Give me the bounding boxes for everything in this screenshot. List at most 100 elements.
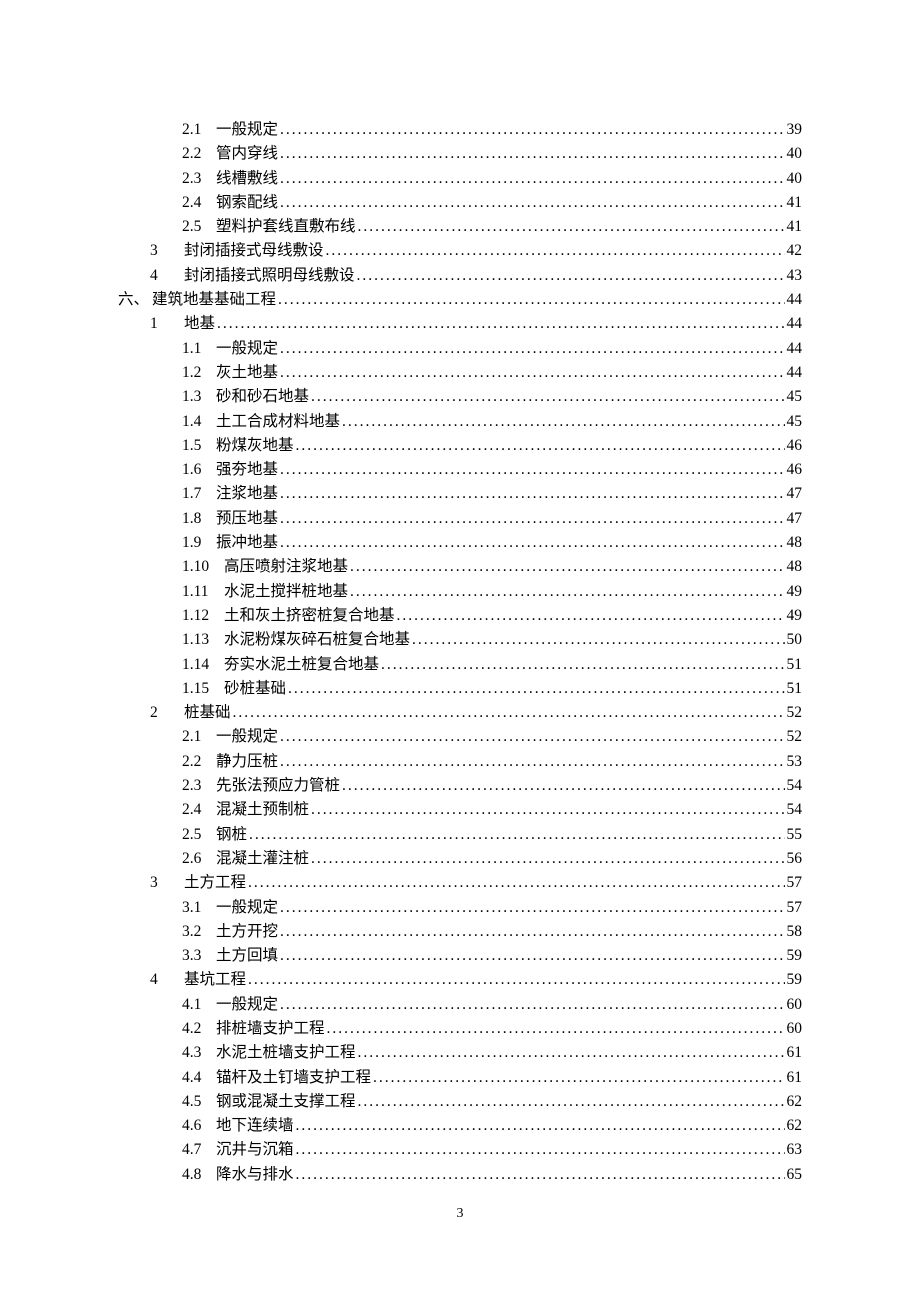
toc-leader-dots: [296, 1138, 785, 1162]
toc-entry-page: 43: [787, 264, 803, 288]
toc-entry-number: 1.4: [182, 410, 216, 434]
toc-entry-number: 3: [150, 239, 184, 263]
toc-leader-dots: [217, 312, 784, 336]
toc-entry-number: 4.7: [182, 1138, 216, 1162]
toc-entry-title: 灰土地基: [216, 361, 278, 385]
toc-entry: 2.1一般规定39: [118, 118, 802, 142]
toc-entry-number: 1.14: [182, 653, 224, 677]
toc-entry-title: 一般规定: [216, 896, 278, 920]
toc-entry: 4.3水泥土桩墙支护工程61: [118, 1041, 802, 1065]
toc-entry-page: 53: [787, 750, 803, 774]
toc-entry-page: 57: [787, 871, 803, 895]
toc-entry-page: 41: [787, 215, 803, 239]
toc-entry-page: 59: [787, 968, 803, 992]
toc-entry-page: 63: [787, 1138, 803, 1162]
toc-entry-title: 土方工程: [184, 871, 246, 895]
toc-entry-number: 2.5: [182, 823, 216, 847]
toc-entry-title: 土方回填: [216, 944, 278, 968]
toc-entry: 4.4锚杆及土钉墙支护工程61: [118, 1066, 802, 1090]
toc-entry: 3.2土方开挖58: [118, 920, 802, 944]
toc-leader-dots: [280, 337, 784, 361]
toc-entry-page: 42: [787, 239, 803, 263]
toc-leader-dots: [280, 167, 784, 191]
toc-entry-number: 4: [150, 264, 184, 288]
toc-entry-number: 4.6: [182, 1114, 216, 1138]
toc-entry-page: 45: [787, 385, 803, 409]
toc-entry-page: 48: [787, 555, 803, 579]
toc-entry-number: 2.4: [182, 798, 216, 822]
toc-entry-title: 桩基础: [184, 701, 231, 725]
toc-entry-page: 65: [787, 1163, 803, 1187]
toc-entry-title: 一般规定: [216, 118, 278, 142]
toc-entry-number: 1.3: [182, 385, 216, 409]
toc-entry-page: 44: [787, 337, 803, 361]
toc-entry: 1.10高压喷射注浆地基48: [118, 555, 802, 579]
toc-entry-title: 砂和砂石地基: [216, 385, 309, 409]
toc-leader-dots: [280, 458, 784, 482]
toc-entry-page: 46: [787, 458, 803, 482]
toc-leader-dots: [358, 1090, 785, 1114]
toc-entry-page: 44: [787, 288, 803, 312]
toc-entry: 1.15砂桩基础51: [118, 677, 802, 701]
toc-entry: 六、建筑地基基础工程44: [118, 288, 802, 312]
toc-leader-dots: [248, 968, 784, 992]
toc-entry-page: 58: [787, 920, 803, 944]
toc-entry-number: 1.2: [182, 361, 216, 385]
toc-entry-title: 水泥土搅拌桩地基: [224, 580, 348, 604]
toc-entry-page: 54: [787, 774, 803, 798]
toc-entry: 4.6地下连续墙62: [118, 1114, 802, 1138]
toc-entry-number: 2.2: [182, 142, 216, 166]
toc-leader-dots: [296, 1163, 785, 1187]
toc-leader-dots: [327, 1017, 785, 1041]
toc-entry: 2.2静力压桩53: [118, 750, 802, 774]
toc-entry-page: 60: [787, 993, 803, 1017]
toc-leader-dots: [358, 215, 785, 239]
toc-entry: 4.8降水与排水65: [118, 1163, 802, 1187]
toc-leader-dots: [381, 653, 784, 677]
toc-entry-page: 46: [787, 434, 803, 458]
toc-leader-dots: [342, 410, 784, 434]
toc-entry-title: 沉井与沉箱: [216, 1138, 294, 1162]
toc-entry-title: 砂桩基础: [224, 677, 286, 701]
toc-entry: 2桩基础52: [118, 701, 802, 725]
toc-entry-page: 49: [787, 604, 803, 628]
toc-entry: 4.5钢或混凝土支撑工程62: [118, 1090, 802, 1114]
toc-entry: 2.3线槽敷线40: [118, 167, 802, 191]
toc-entry: 4基坑工程59: [118, 968, 802, 992]
toc-entry-page: 55: [787, 823, 803, 847]
toc-entry-number: 4: [150, 968, 184, 992]
toc-entry: 2.4钢索配线41: [118, 191, 802, 215]
toc-entry: 1.5粉煤灰地基46: [118, 434, 802, 458]
toc-entry-number: 1.11: [182, 580, 224, 604]
toc-entry: 1.12土和灰土挤密桩复合地基49: [118, 604, 802, 628]
toc-entry-page: 62: [787, 1114, 803, 1138]
toc-entry-title: 先张法预应力管桩: [216, 774, 340, 798]
toc-leader-dots: [397, 604, 785, 628]
toc-entry-page: 52: [787, 725, 803, 749]
toc-entry-page: 45: [787, 410, 803, 434]
toc-entry-number: 2.4: [182, 191, 216, 215]
toc-leader-dots: [280, 191, 784, 215]
toc-entry-title: 水泥土桩墙支护工程: [216, 1041, 356, 1065]
toc-entry-page: 50: [787, 628, 803, 652]
toc-entry-title: 土和灰土挤密桩复合地基: [224, 604, 395, 628]
toc-entry-title: 封闭插接式照明母线敷设: [184, 264, 355, 288]
toc-entry: 2.5塑料护套线直敷布线41: [118, 215, 802, 239]
toc-entry-number: 2.5: [182, 215, 216, 239]
toc-entry-number: 3: [150, 871, 184, 895]
toc-entry: 3.1一般规定57: [118, 896, 802, 920]
toc-leader-dots: [280, 482, 784, 506]
toc-entry: 1.14夯实水泥土桩复合地基51: [118, 653, 802, 677]
toc-leader-dots: [280, 507, 784, 531]
toc-entry-number: 2.1: [182, 725, 216, 749]
toc-leader-dots: [280, 531, 784, 555]
toc-entry-number: 2.6: [182, 847, 216, 871]
toc-leader-dots: [357, 264, 785, 288]
toc-entry: 2.3先张法预应力管桩 54: [118, 774, 802, 798]
toc-leader-dots: [358, 1041, 785, 1065]
toc-entry-title: 一般规定: [216, 993, 278, 1017]
toc-entry-title: 水泥粉煤灰碎石桩复合地基: [224, 628, 410, 652]
toc-entry-title: 一般规定: [216, 337, 278, 361]
toc-entry-number: 2.3: [182, 774, 216, 798]
toc-entry: 1.11水泥土搅拌桩地基49: [118, 580, 802, 604]
